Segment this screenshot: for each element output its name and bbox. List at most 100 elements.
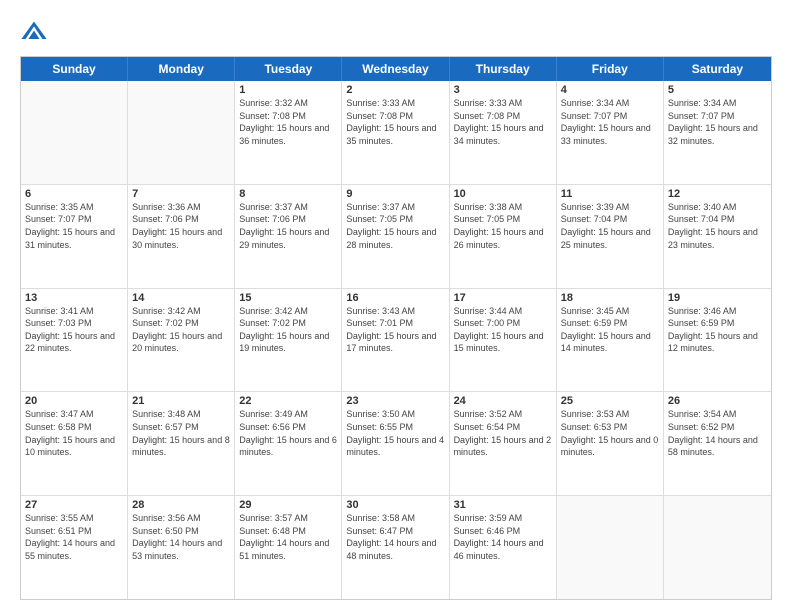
header-day-sunday: Sunday	[21, 57, 128, 81]
day-number: 19	[668, 292, 767, 304]
day-number: 22	[239, 395, 337, 407]
day-cell-9: 9Sunrise: 3:37 AMSunset: 7:05 PMDaylight…	[342, 185, 449, 288]
calendar-body: 1Sunrise: 3:32 AMSunset: 7:08 PMDaylight…	[21, 81, 771, 599]
empty-cell	[21, 81, 128, 184]
day-number: 1	[239, 84, 337, 96]
day-cell-7: 7Sunrise: 3:36 AMSunset: 7:06 PMDaylight…	[128, 185, 235, 288]
header-day-thursday: Thursday	[450, 57, 557, 81]
day-cell-19: 19Sunrise: 3:46 AMSunset: 6:59 PMDayligh…	[664, 289, 771, 392]
day-info: Sunrise: 3:39 AMSunset: 7:04 PMDaylight:…	[561, 201, 659, 251]
day-info: Sunrise: 3:37 AMSunset: 7:06 PMDaylight:…	[239, 201, 337, 251]
day-cell-13: 13Sunrise: 3:41 AMSunset: 7:03 PMDayligh…	[21, 289, 128, 392]
day-cell-3: 3Sunrise: 3:33 AMSunset: 7:08 PMDaylight…	[450, 81, 557, 184]
day-number: 29	[239, 499, 337, 511]
day-cell-24: 24Sunrise: 3:52 AMSunset: 6:54 PMDayligh…	[450, 392, 557, 495]
calendar-week-4: 20Sunrise: 3:47 AMSunset: 6:58 PMDayligh…	[21, 392, 771, 496]
day-info: Sunrise: 3:34 AMSunset: 7:07 PMDaylight:…	[561, 97, 659, 147]
day-cell-15: 15Sunrise: 3:42 AMSunset: 7:02 PMDayligh…	[235, 289, 342, 392]
empty-cell	[664, 496, 771, 599]
day-cell-28: 28Sunrise: 3:56 AMSunset: 6:50 PMDayligh…	[128, 496, 235, 599]
day-cell-8: 8Sunrise: 3:37 AMSunset: 7:06 PMDaylight…	[235, 185, 342, 288]
day-number: 30	[346, 499, 444, 511]
day-info: Sunrise: 3:32 AMSunset: 7:08 PMDaylight:…	[239, 97, 337, 147]
day-info: Sunrise: 3:46 AMSunset: 6:59 PMDaylight:…	[668, 305, 767, 355]
day-cell-25: 25Sunrise: 3:53 AMSunset: 6:53 PMDayligh…	[557, 392, 664, 495]
page: SundayMondayTuesdayWednesdayThursdayFrid…	[0, 0, 792, 612]
day-cell-29: 29Sunrise: 3:57 AMSunset: 6:48 PMDayligh…	[235, 496, 342, 599]
calendar: SundayMondayTuesdayWednesdayThursdayFrid…	[20, 56, 772, 600]
day-info: Sunrise: 3:41 AMSunset: 7:03 PMDaylight:…	[25, 305, 123, 355]
day-info: Sunrise: 3:40 AMSunset: 7:04 PMDaylight:…	[668, 201, 767, 251]
day-number: 10	[454, 188, 552, 200]
day-info: Sunrise: 3:42 AMSunset: 7:02 PMDaylight:…	[132, 305, 230, 355]
day-cell-4: 4Sunrise: 3:34 AMSunset: 7:07 PMDaylight…	[557, 81, 664, 184]
day-info: Sunrise: 3:43 AMSunset: 7:01 PMDaylight:…	[346, 305, 444, 355]
day-info: Sunrise: 3:38 AMSunset: 7:05 PMDaylight:…	[454, 201, 552, 251]
day-info: Sunrise: 3:55 AMSunset: 6:51 PMDaylight:…	[25, 512, 123, 562]
day-number: 28	[132, 499, 230, 511]
day-cell-22: 22Sunrise: 3:49 AMSunset: 6:56 PMDayligh…	[235, 392, 342, 495]
empty-cell	[128, 81, 235, 184]
day-info: Sunrise: 3:57 AMSunset: 6:48 PMDaylight:…	[239, 512, 337, 562]
day-number: 13	[25, 292, 123, 304]
day-info: Sunrise: 3:35 AMSunset: 7:07 PMDaylight:…	[25, 201, 123, 251]
header-day-saturday: Saturday	[664, 57, 771, 81]
day-cell-31: 31Sunrise: 3:59 AMSunset: 6:46 PMDayligh…	[450, 496, 557, 599]
day-cell-14: 14Sunrise: 3:42 AMSunset: 7:02 PMDayligh…	[128, 289, 235, 392]
day-number: 24	[454, 395, 552, 407]
logo-icon	[20, 18, 48, 46]
header-day-wednesday: Wednesday	[342, 57, 449, 81]
day-number: 27	[25, 499, 123, 511]
day-number: 26	[668, 395, 767, 407]
header-day-tuesday: Tuesday	[235, 57, 342, 81]
header	[20, 18, 772, 46]
day-info: Sunrise: 3:33 AMSunset: 7:08 PMDaylight:…	[346, 97, 444, 147]
day-number: 31	[454, 499, 552, 511]
day-number: 7	[132, 188, 230, 200]
day-cell-16: 16Sunrise: 3:43 AMSunset: 7:01 PMDayligh…	[342, 289, 449, 392]
header-day-friday: Friday	[557, 57, 664, 81]
day-number: 20	[25, 395, 123, 407]
day-info: Sunrise: 3:47 AMSunset: 6:58 PMDaylight:…	[25, 408, 123, 458]
day-info: Sunrise: 3:48 AMSunset: 6:57 PMDaylight:…	[132, 408, 230, 458]
day-number: 21	[132, 395, 230, 407]
day-info: Sunrise: 3:59 AMSunset: 6:46 PMDaylight:…	[454, 512, 552, 562]
calendar-week-5: 27Sunrise: 3:55 AMSunset: 6:51 PMDayligh…	[21, 496, 771, 599]
day-number: 6	[25, 188, 123, 200]
day-number: 15	[239, 292, 337, 304]
calendar-week-3: 13Sunrise: 3:41 AMSunset: 7:03 PMDayligh…	[21, 289, 771, 393]
day-info: Sunrise: 3:58 AMSunset: 6:47 PMDaylight:…	[346, 512, 444, 562]
day-info: Sunrise: 3:56 AMSunset: 6:50 PMDaylight:…	[132, 512, 230, 562]
day-number: 25	[561, 395, 659, 407]
calendar-header: SundayMondayTuesdayWednesdayThursdayFrid…	[21, 57, 771, 81]
day-cell-20: 20Sunrise: 3:47 AMSunset: 6:58 PMDayligh…	[21, 392, 128, 495]
day-cell-23: 23Sunrise: 3:50 AMSunset: 6:55 PMDayligh…	[342, 392, 449, 495]
day-info: Sunrise: 3:33 AMSunset: 7:08 PMDaylight:…	[454, 97, 552, 147]
day-info: Sunrise: 3:36 AMSunset: 7:06 PMDaylight:…	[132, 201, 230, 251]
day-info: Sunrise: 3:37 AMSunset: 7:05 PMDaylight:…	[346, 201, 444, 251]
day-number: 23	[346, 395, 444, 407]
day-number: 5	[668, 84, 767, 96]
logo	[20, 18, 52, 46]
day-cell-10: 10Sunrise: 3:38 AMSunset: 7:05 PMDayligh…	[450, 185, 557, 288]
day-number: 4	[561, 84, 659, 96]
day-cell-26: 26Sunrise: 3:54 AMSunset: 6:52 PMDayligh…	[664, 392, 771, 495]
day-cell-21: 21Sunrise: 3:48 AMSunset: 6:57 PMDayligh…	[128, 392, 235, 495]
day-info: Sunrise: 3:34 AMSunset: 7:07 PMDaylight:…	[668, 97, 767, 147]
day-number: 14	[132, 292, 230, 304]
day-number: 16	[346, 292, 444, 304]
day-cell-17: 17Sunrise: 3:44 AMSunset: 7:00 PMDayligh…	[450, 289, 557, 392]
header-day-monday: Monday	[128, 57, 235, 81]
day-info: Sunrise: 3:42 AMSunset: 7:02 PMDaylight:…	[239, 305, 337, 355]
day-cell-5: 5Sunrise: 3:34 AMSunset: 7:07 PMDaylight…	[664, 81, 771, 184]
day-info: Sunrise: 3:53 AMSunset: 6:53 PMDaylight:…	[561, 408, 659, 458]
day-info: Sunrise: 3:45 AMSunset: 6:59 PMDaylight:…	[561, 305, 659, 355]
day-info: Sunrise: 3:50 AMSunset: 6:55 PMDaylight:…	[346, 408, 444, 458]
day-cell-12: 12Sunrise: 3:40 AMSunset: 7:04 PMDayligh…	[664, 185, 771, 288]
day-cell-1: 1Sunrise: 3:32 AMSunset: 7:08 PMDaylight…	[235, 81, 342, 184]
day-number: 9	[346, 188, 444, 200]
day-number: 11	[561, 188, 659, 200]
day-cell-6: 6Sunrise: 3:35 AMSunset: 7:07 PMDaylight…	[21, 185, 128, 288]
calendar-week-2: 6Sunrise: 3:35 AMSunset: 7:07 PMDaylight…	[21, 185, 771, 289]
day-number: 3	[454, 84, 552, 96]
